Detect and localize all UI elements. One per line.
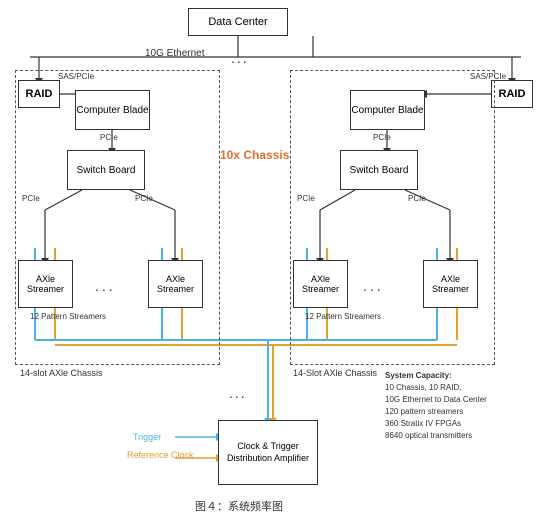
sys-cap-line1: 10G Ethernet to Data Center — [385, 394, 487, 406]
clock-distribution-box: Clock & Trigger Distribution Amplifier — [218, 420, 318, 485]
reference-clock-label: Reference Clock — [127, 450, 194, 462]
diagram-container: Data Center 10G Ethernet RAID RAID SAS/P… — [0, 0, 551, 519]
pcie-sb-rr-label: PCIe — [408, 194, 426, 203]
sys-cap-line3: 360 Stratix IV FPGAs — [385, 418, 487, 430]
axle-streamer-rr: AXle Streamer — [423, 260, 478, 308]
pattern-streamers-right-label: 12 Pattern Streamers — [305, 312, 381, 321]
axle-streamer-lr: AXle Streamer — [148, 260, 203, 308]
data-center-label: Data Center — [208, 16, 267, 28]
pcie-sb-lr-label: PCIe — [135, 194, 153, 203]
sys-cap-line0: 10 Chassis, 10 RAID, — [385, 382, 487, 394]
computer-blade-right: Computer Blade — [350, 90, 425, 130]
sys-cap-line2: 120 pattern streamers — [385, 406, 487, 418]
dots-middle-top: ... — [231, 50, 249, 66]
slot-label-right: 14-Slot AXle Chassis — [293, 368, 377, 378]
chassis-10x-label: 10x Chassis — [220, 148, 289, 162]
raid-right-box: RAID — [491, 80, 533, 108]
slot-label-left: 14-slot AXle Chassis — [20, 368, 103, 378]
data-center-box: Data Center — [188, 8, 288, 36]
computer-blade-left: Computer Blade — [75, 90, 150, 130]
pcie-sb-rl-label: PCIe — [297, 194, 315, 203]
pcie-sb-ll-label: PCIe — [22, 194, 40, 203]
pcie-cb-left-label: PCIe — [100, 133, 118, 142]
axle-streamer-rl: AXle Streamer — [293, 260, 348, 308]
sys-cap-line4: 8640 optical transmitters — [385, 430, 487, 442]
clock-box-label: Clock & Trigger Distribution Amplifier — [219, 441, 317, 464]
switch-board-right: Switch Board — [340, 150, 418, 190]
trigger-label: Trigger — [133, 432, 161, 442]
system-capacity-text: System Capacity: 10 Chassis, 10 RAID, 10… — [385, 370, 487, 442]
ethernet-label: 10G Ethernet — [145, 48, 204, 59]
dots-right: ... — [363, 278, 384, 294]
pcie-cb-right-label: PCIe — [373, 133, 391, 142]
dots-middle-chassis: ... — [229, 385, 247, 401]
pattern-streamers-left-label: 12 Pattern Streamers — [30, 312, 106, 321]
system-capacity-title: System Capacity: — [385, 370, 487, 382]
dots-left: ... — [95, 278, 116, 294]
figure-caption: 图４：系统频率图 — [195, 498, 283, 514]
switch-board-left: Switch Board — [67, 150, 145, 190]
axle-streamer-ll: AXle Streamer — [18, 260, 73, 308]
